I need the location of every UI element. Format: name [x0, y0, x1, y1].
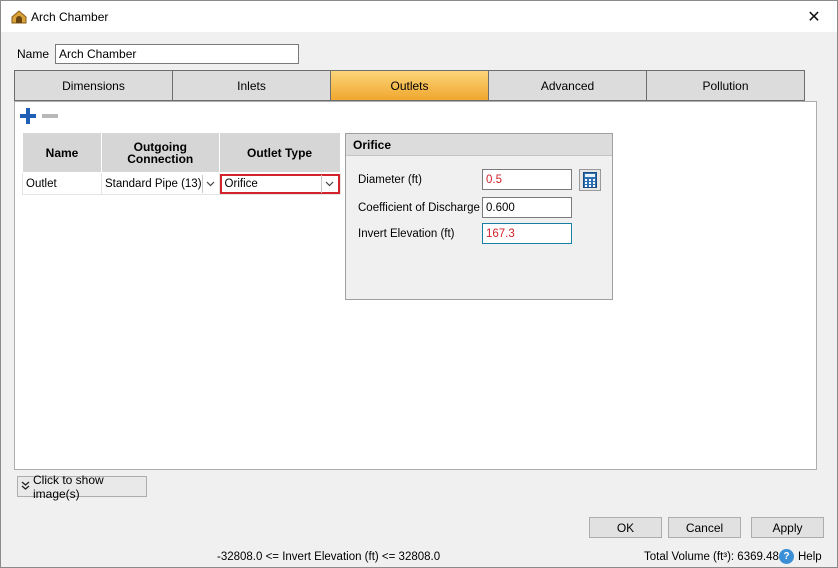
- tab-dimensions[interactable]: Dimensions: [15, 71, 173, 100]
- table-row[interactable]: Outlet Standard Pipe (13) Orifice: [22, 172, 341, 195]
- name-input[interactable]: [55, 44, 299, 64]
- outlet-type-cell[interactable]: Orifice: [218, 172, 341, 195]
- tab-outlets[interactable]: Outlets: [331, 71, 489, 100]
- outgoing-connection-select[interactable]: Standard Pipe (13): [102, 174, 219, 194]
- outlet-type-value: Orifice: [224, 177, 258, 190]
- tab-pollution[interactable]: Pollution: [647, 71, 804, 100]
- coefficient-input[interactable]: [482, 197, 572, 218]
- coefficient-label: Coefficient of Discharge: [358, 202, 480, 214]
- window-title: Arch Chamber: [31, 10, 109, 24]
- close-button[interactable]: ✕: [791, 1, 837, 32]
- invert-elevation-input[interactable]: [482, 223, 572, 244]
- double-chevron-down-icon: [21, 481, 30, 492]
- calculator-icon: [583, 172, 597, 188]
- outlet-name-cell[interactable]: Outlet: [22, 172, 102, 195]
- app-icon: [11, 10, 27, 24]
- outlet-type-select[interactable]: Orifice: [219, 173, 340, 194]
- name-label: Name: [17, 47, 50, 61]
- orifice-group-title: Orifice: [346, 134, 612, 156]
- chevron-down-icon[interactable]: [320, 174, 338, 193]
- calculator-button[interactable]: [579, 169, 601, 191]
- dialog-window: Arch Chamber ✕ Name Dimensions Inlets Ou…: [0, 0, 838, 568]
- outgoing-connection-cell[interactable]: Standard Pipe (13): [101, 172, 220, 195]
- total-volume-text: Total Volume (ft³): 6369.484: [644, 551, 786, 563]
- tab-strip: Dimensions Inlets Outlets Advanced Pollu…: [14, 70, 805, 101]
- tab-inlets[interactable]: Inlets: [173, 71, 331, 100]
- diameter-input[interactable]: [482, 169, 572, 190]
- show-images-label: Click to show image(s): [33, 472, 104, 501]
- help-icon[interactable]: ?: [779, 549, 794, 564]
- outlets-panel: Name Outgoing Connection Outlet Type Out…: [14, 101, 817, 470]
- title-bar: Arch Chamber ✕: [1, 1, 837, 32]
- ok-button[interactable]: OK: [589, 517, 662, 538]
- remove-outlet-button[interactable]: [42, 114, 58, 118]
- apply-button[interactable]: Apply: [751, 517, 824, 538]
- close-icon: ✕: [807, 8, 821, 26]
- invert-elevation-label: Invert Elevation (ft): [358, 228, 455, 240]
- outlets-grid: Name Outgoing Connection Outlet Type Out…: [22, 132, 341, 195]
- chevron-down-icon[interactable]: [201, 174, 219, 193]
- tab-advanced[interactable]: Advanced: [489, 71, 647, 100]
- help-link[interactable]: Help: [798, 551, 822, 563]
- cancel-button[interactable]: Cancel: [668, 517, 741, 538]
- show-images-button[interactable]: Click to show image(s): [17, 473, 147, 501]
- diameter-label: Diameter (ft): [358, 174, 422, 186]
- add-outlet-button[interactable]: [19, 107, 37, 125]
- column-header-name[interactable]: Name: [22, 132, 102, 173]
- validation-range-text: -32808.0 <= Invert Elevation (ft) <= 328…: [217, 551, 441, 563]
- column-header-outgoing-connection[interactable]: Outgoing Connection: [101, 132, 220, 173]
- orifice-group: Orifice Diameter (ft) Coefficient of Dis…: [345, 133, 613, 300]
- outgoing-connection-value: Standard Pipe (13): [105, 177, 202, 190]
- column-header-outlet-type[interactable]: Outlet Type: [218, 132, 341, 173]
